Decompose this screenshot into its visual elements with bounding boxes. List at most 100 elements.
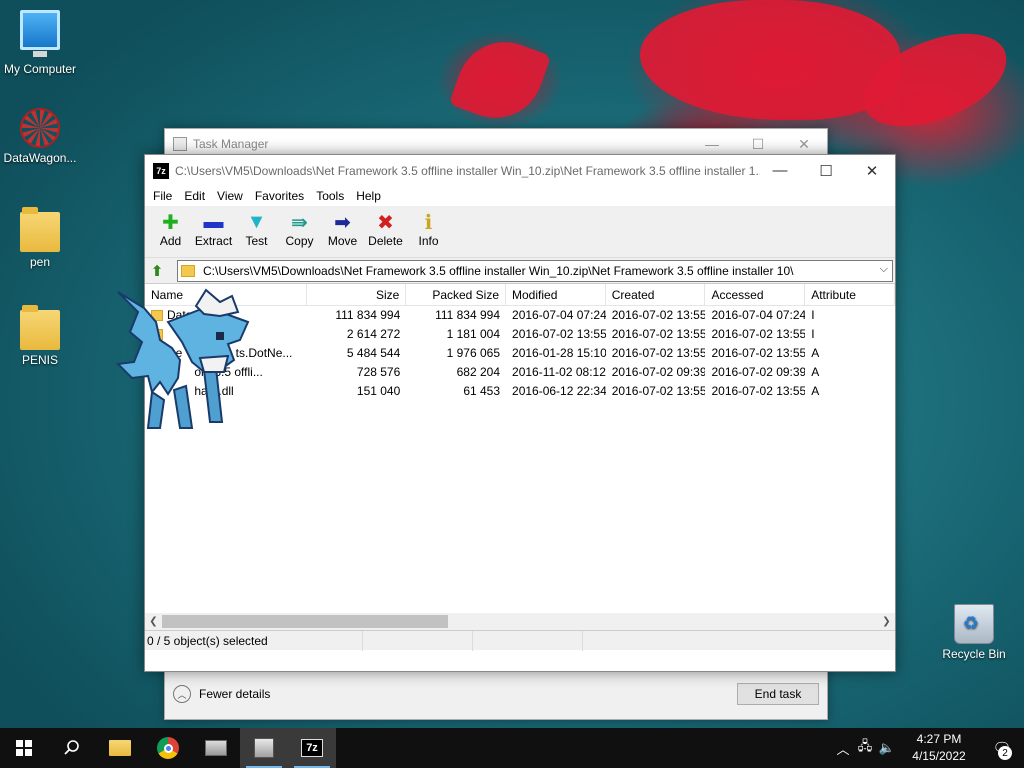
menu-bar: File Edit View Favorites Tools Help: [145, 186, 895, 206]
file-packed-size: 111 834 994: [435, 308, 501, 322]
info-icon: ℹ: [424, 211, 433, 234]
clock-time: 4:27 PM: [916, 732, 962, 746]
column-created[interactable]: Created: [606, 284, 706, 306]
system-tray: ︿ 🖧 🔈 4:27 PM 4/15/2022 🗨 2: [832, 728, 1024, 768]
file-icon: [151, 348, 163, 359]
maximize-button[interactable]: ☐: [803, 155, 849, 186]
file-size: 2 614 272: [346, 327, 401, 341]
up-folder-icon[interactable]: ⬆: [147, 261, 167, 281]
file-modified: 2016-01-28 15:10: [512, 346, 606, 360]
scrollbar-track[interactable]: [162, 613, 878, 630]
file-name: De ts.DotNe...: [167, 346, 293, 360]
column-name[interactable]: Name: [145, 284, 307, 306]
task-manager-button[interactable]: [240, 728, 288, 768]
maximize-icon: ☐: [819, 162, 833, 180]
chevron-down-icon[interactable]: ⌵: [880, 263, 888, 276]
desktop-icon-datawagon[interactable]: DataWagon...: [0, 108, 80, 165]
file-name: ork 3.5 offli...: [151, 365, 263, 379]
menu-file[interactable]: File: [147, 189, 178, 203]
chevron-up-icon[interactable]: ︿: [173, 685, 191, 703]
chrome-button[interactable]: [144, 728, 192, 768]
sevenzip-button[interactable]: 7z: [288, 728, 336, 768]
menu-tools[interactable]: Tools: [310, 189, 350, 203]
table-row[interactable]: De ts.DotNe... 5 484 544 1 976 065 2016-…: [145, 344, 895, 363]
clock[interactable]: 4:27 PM 4/15/2022: [898, 731, 980, 765]
volume-icon[interactable]: 🔈: [876, 728, 898, 768]
test-button[interactable]: ▼ Test: [235, 210, 278, 249]
move-button[interactable]: ➡ Move: [321, 210, 364, 249]
sevenzip-app-icon: 7z: [153, 162, 169, 179]
sevenzip-window[interactable]: 7z C:\Users\VM5\Downloads\Net Framework …: [144, 154, 896, 672]
datawagon-icon: [20, 108, 60, 148]
file-accessed: 2016-07-02 09:39: [711, 365, 806, 379]
table-row[interactable]: Data 111 834 994 111 834 994 2016-07-04 …: [145, 306, 895, 325]
fewer-details-link[interactable]: Fewer details: [199, 687, 270, 701]
info-button[interactable]: ℹ Info: [407, 210, 450, 249]
add-button[interactable]: ✚ Add: [149, 210, 192, 249]
desktop-icon-pen[interactable]: pen: [0, 207, 80, 269]
folder-icon: [181, 264, 195, 277]
file-list[interactable]: Name Size Packed Size Modified Created A…: [145, 284, 895, 630]
chevron-left-icon[interactable]: ❮: [145, 613, 162, 630]
task-manager-footer: ︿ Fewer details End task: [165, 669, 827, 719]
folder-icon: [20, 207, 60, 252]
search-icon: [64, 740, 79, 755]
desktop-icon-recycle-bin[interactable]: Recycle Bin: [934, 604, 1014, 661]
search-button[interactable]: [48, 728, 96, 768]
close-button[interactable]: ✕: [849, 155, 895, 186]
toolbar-label: Extract: [194, 234, 233, 248]
close-icon: ✕: [798, 135, 810, 152]
menu-favorites[interactable]: Favorites: [249, 189, 310, 203]
table-row[interactable]: harp.dll 151 040 61 453 2016-06-12 22:34…: [145, 382, 895, 401]
column-packed-size[interactable]: Packed Size: [406, 284, 507, 306]
file-accessed: 2016-07-02 13:55: [711, 327, 806, 341]
file-size: 728 576: [356, 365, 401, 379]
column-modified[interactable]: Modified: [506, 284, 606, 306]
table-row[interactable]: 2 614 272 1 181 004 2016-07-02 13:55 201…: [145, 325, 895, 344]
file-attribute: I: [811, 308, 815, 322]
minimize-icon: —: [772, 162, 788, 179]
menu-edit[interactable]: Edit: [178, 189, 211, 203]
end-task-button[interactable]: End task: [737, 683, 819, 705]
chevron-right-icon[interactable]: ❯: [878, 613, 895, 630]
network-icon[interactable]: 🖧: [854, 728, 876, 768]
file-size: 5 484 544: [346, 346, 401, 360]
delete-button[interactable]: ✖ Delete: [364, 210, 407, 249]
desktop-icon-label: DataWagon...: [3, 151, 77, 165]
horizontal-scrollbar[interactable]: ❮ ❯: [145, 613, 895, 630]
taskbar: 7z ︿ 🖧 🔈 4:27 PM 4/15/2022 🗨 2: [0, 728, 1024, 768]
file-modified: 2016-07-02 13:55: [512, 327, 606, 341]
toolbar-label: Add: [159, 234, 182, 248]
file-created: 2016-07-02 13:55: [611, 308, 706, 322]
minimize-button[interactable]: —: [757, 155, 803, 186]
computer-button[interactable]: [192, 728, 240, 768]
file-explorer-button[interactable]: [96, 728, 144, 768]
toolbar-label: Copy: [285, 234, 314, 248]
window-title: C:\Users\VM5\Downloads\Net Framework 3.5…: [175, 163, 760, 178]
chrome-icon: [157, 737, 179, 759]
menu-help[interactable]: Help: [350, 189, 387, 203]
table-row[interactable]: ork 3.5 offli... 728 576 682 204 2016-11…: [145, 363, 895, 382]
folder-icon: [151, 310, 163, 321]
notification-button[interactable]: 🗨 2: [980, 728, 1024, 768]
file-modified: 2016-07-04 07:24: [512, 308, 606, 322]
clock-date: 4/15/2022: [912, 749, 966, 763]
address-input[interactable]: C:\Users\VM5\Downloads\Net Framework 3.5…: [177, 259, 893, 282]
desktop-icon-penis[interactable]: PENIS: [0, 305, 80, 367]
chevron-up-icon[interactable]: ︿: [832, 728, 854, 768]
extract-button[interactable]: ▬ Extract: [192, 210, 235, 249]
file-accessed: 2016-07-02 13:55: [711, 384, 806, 398]
column-attribute[interactable]: Attribute: [805, 284, 895, 306]
column-size[interactable]: Size: [307, 284, 407, 306]
file-attribute: A: [811, 384, 820, 398]
computer-icon: [205, 740, 227, 756]
file-attribute: A: [811, 365, 820, 379]
scrollbar-thumb[interactable]: [162, 615, 448, 628]
copy-button[interactable]: ⇛ Copy: [278, 210, 321, 249]
column-accessed[interactable]: Accessed: [705, 284, 806, 306]
desktop-icon-label: My Computer: [3, 62, 77, 76]
start-button[interactable]: [0, 728, 48, 768]
desktop-icon-my-computer[interactable]: My Computer: [0, 10, 80, 76]
menu-view[interactable]: View: [211, 189, 249, 203]
file-packed-size: 682 204: [456, 365, 501, 379]
